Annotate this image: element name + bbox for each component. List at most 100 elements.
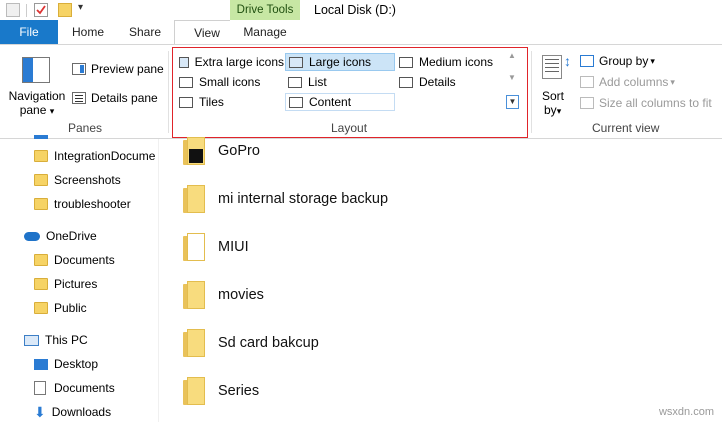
folder-icon xyxy=(34,278,48,290)
group-separator xyxy=(531,51,532,133)
documents-icon xyxy=(34,381,46,395)
folder-icon xyxy=(183,329,205,357)
nav-item[interactable]: Documents xyxy=(34,248,115,272)
properties-icon[interactable] xyxy=(34,3,48,17)
details-pane-button[interactable]: Details pane xyxy=(72,89,158,107)
onedrive-icon xyxy=(24,231,40,241)
folder-item[interactable]: movies xyxy=(183,271,264,319)
nav-item-label: This PC xyxy=(45,333,88,347)
nav-item-label: troubleshooter xyxy=(54,197,131,211)
new-folder-icon[interactable] xyxy=(58,3,72,17)
nav-item[interactable]: Screenshots xyxy=(34,168,121,192)
pc-icon xyxy=(24,334,39,346)
folder-icon xyxy=(183,377,205,405)
nav-item-label: Desktop xyxy=(54,357,99,371)
nav-item[interactable]: IntegrationDocume xyxy=(34,144,155,168)
folder-name: Sd card bakcup xyxy=(218,335,319,351)
size-columns-icon xyxy=(580,97,594,109)
nav-item-this-pc[interactable]: This PC xyxy=(24,328,88,352)
preview-pane-label: Preview pane xyxy=(91,62,164,76)
folder-icon xyxy=(34,174,48,186)
separator xyxy=(26,4,27,17)
panes-group-label: Panes xyxy=(68,121,103,135)
sort-by-button[interactable]: ↕ Sort by▾ xyxy=(538,53,574,117)
folder-item[interactable]: MIUI xyxy=(183,223,249,271)
sort-label-line2: by xyxy=(544,103,557,117)
nav-item-label: Downloads xyxy=(51,405,112,419)
downloads-icon: ⬇ xyxy=(34,404,46,420)
nav-item[interactable]: Desktop xyxy=(34,352,98,376)
nav-item-label: Documents xyxy=(54,253,115,267)
highlight-box xyxy=(172,47,528,138)
folder-icon xyxy=(34,150,48,162)
folder-name: mi internal storage backup xyxy=(218,191,389,207)
folder-name: GoPro xyxy=(218,143,260,159)
folder-icon[interactable] xyxy=(6,3,20,17)
nav-item-label: Documents xyxy=(54,381,115,395)
chevron-down-icon: ▾ xyxy=(49,106,55,116)
chevron-down-icon: ▾ xyxy=(556,106,562,116)
sort-arrow-icon: ↕ xyxy=(564,53,571,69)
group-separator xyxy=(168,51,169,133)
folder-item[interactable]: GoPro xyxy=(183,127,260,175)
add-columns-button[interactable]: Add columns ▾ xyxy=(580,73,675,91)
watermark: wsxdn.com xyxy=(658,406,714,418)
desktop-icon xyxy=(34,358,48,370)
nav-item-onedrive[interactable]: OneDrive xyxy=(24,224,97,248)
group-by-icon xyxy=(580,55,594,67)
sort-label: Sort xyxy=(542,89,565,103)
tab-file[interactable]: File xyxy=(0,20,58,44)
add-columns-label: Add columns xyxy=(599,75,669,89)
nav-item-label: IntegrationDocume xyxy=(54,149,156,163)
add-columns-icon xyxy=(580,76,594,88)
folder-icon xyxy=(34,254,48,266)
nav-item[interactable]: Pictures xyxy=(34,272,97,296)
preview-pane-icon xyxy=(72,63,86,75)
nav-item-label: Public xyxy=(54,301,87,315)
size-all-columns-label: Size all columns to fit xyxy=(599,96,712,110)
context-tab-group-label: Drive Tools xyxy=(230,0,300,20)
preview-pane-button[interactable]: Preview pane xyxy=(72,60,164,78)
nav-item[interactable]: Public xyxy=(34,296,87,320)
chevron-down-icon: ▾ xyxy=(650,55,655,66)
folder-icon xyxy=(183,281,205,309)
details-pane-icon xyxy=(72,92,86,104)
navigation-pane-label-line2: pane xyxy=(19,103,47,117)
folder-item[interactable]: Series xyxy=(183,367,259,415)
nav-item[interactable]: troubleshooter xyxy=(34,192,131,216)
sort-label-2: by▾ xyxy=(544,103,561,117)
folder-icon xyxy=(183,233,205,261)
navigation-pane-label: Navigation xyxy=(8,89,66,103)
folder-name: movies xyxy=(218,287,264,303)
nav-item-label: Pictures xyxy=(54,277,98,291)
folder-icon xyxy=(183,185,205,213)
window-title: Local Disk (D:) xyxy=(314,3,396,17)
chevron-down-icon: ▾ xyxy=(670,76,675,87)
nav-item[interactable]: ⬇ Downloads xyxy=(34,400,111,424)
sort-icon xyxy=(542,55,562,79)
folder-name: MIUI xyxy=(218,239,249,255)
navigation-pane: IntegrationDocume Screenshots troublesho… xyxy=(0,135,158,424)
tab-home[interactable]: Home xyxy=(68,20,108,44)
navigation-pane-button[interactable]: Navigation pane ▾ xyxy=(6,53,68,117)
tab-manage[interactable]: Manage xyxy=(230,20,300,44)
group-by-label: Group by xyxy=(599,54,649,68)
nav-item-label: OneDrive xyxy=(46,229,97,243)
details-pane-label: Details pane xyxy=(91,91,158,105)
size-all-columns-button[interactable]: Size all columns to fit xyxy=(580,94,712,112)
navigation-pane-label-2: pane ▾ xyxy=(6,103,68,117)
nav-item-label: Screenshots xyxy=(54,173,121,187)
folder-icon xyxy=(183,137,205,165)
customize-quick-access-icon[interactable]: ▾ xyxy=(78,2,83,13)
ribbon-tabs: File Home Share View Manage xyxy=(0,20,722,45)
folder-icon xyxy=(34,198,48,210)
nav-item[interactable]: Documents xyxy=(34,376,115,400)
partial-icon xyxy=(34,135,48,139)
tab-share[interactable]: Share xyxy=(124,20,166,44)
folder-icon xyxy=(34,302,48,314)
current-view-group-label: Current view xyxy=(592,121,660,135)
title-bar: ▾ Drive Tools Local Disk (D:) xyxy=(0,0,722,22)
folder-item[interactable]: Sd card bakcup xyxy=(183,319,319,367)
folder-item[interactable]: mi internal storage backup xyxy=(183,175,388,223)
group-by-button[interactable]: Group by ▾ xyxy=(580,52,655,70)
